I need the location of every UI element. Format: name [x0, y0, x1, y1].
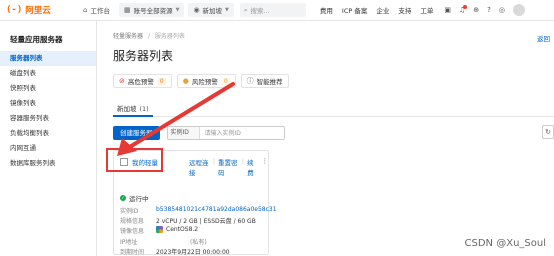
top-link-billing[interactable]: 费用	[320, 5, 333, 15]
breadcrumb-separator: /	[147, 33, 150, 40]
notification-bell-icon[interactable]: ♫	[459, 5, 468, 14]
image-key: 镜像信息	[120, 228, 145, 235]
high-risk-icon: ⊘	[119, 77, 125, 85]
account-resources-dropdown[interactable]: ▦ 账号全部资源 ▼	[118, 3, 185, 17]
region-dropdown[interactable]: ◉ 新加坡 ▼	[188, 3, 234, 17]
home-icon: ⌂	[83, 6, 88, 14]
region-tabs: 新加坡 (1)	[113, 101, 554, 117]
chevron-down-icon: ▼	[175, 7, 180, 13]
image-value-text: CentOS8.2	[166, 226, 199, 233]
language-icon[interactable]: ◎	[499, 6, 505, 14]
spec-row: 规格信息 2 vCPU / 2 GB | ESSD云盘 / 60 GB	[120, 216, 256, 225]
top-navigation-bar: (-) 阿里云 ⌂ 工作台 ▦ 账号全部资源 ▼ ◉ 新加坡 ▼ ⌕ 搜索...…	[0, 0, 554, 21]
check-circle-icon: ✓	[120, 195, 126, 201]
top-link-enterprise[interactable]: 企业	[376, 5, 389, 15]
sidebar-item-disk-list[interactable]: 磁盘列表	[0, 66, 96, 81]
instance-status-text: 运行中	[129, 195, 149, 203]
smart-recommend[interactable]: ⓘ 智能推荐	[240, 74, 289, 88]
avatar[interactable]	[512, 4, 525, 16]
page-title: 服务器列表	[113, 49, 174, 63]
top-icons: ▣ ♫ ⊕ ? ◎	[444, 4, 525, 16]
breadcrumb-current: 服务器列表	[154, 33, 185, 40]
global-search-input[interactable]: ⌕ 搜索...	[239, 3, 306, 17]
tab-singapore-count: (1)	[139, 105, 149, 113]
logo-text: 阿里云	[25, 6, 51, 16]
instance-filter: 实例ID 请输入实例ID	[166, 125, 285, 140]
region-label: 新加坡	[202, 7, 223, 15]
top-links: 费用 ICP 备案 企业 支持 工单	[320, 5, 442, 15]
risk-label: 风险预警	[191, 78, 218, 86]
sidebar-item-container-list[interactable]: 容器服务列表	[0, 111, 96, 126]
help-icon[interactable]: ?	[487, 6, 491, 14]
renew-link[interactable]: 续费	[247, 157, 257, 177]
risk-warning-icon: ●	[182, 77, 189, 85]
more-icon[interactable]: ⋮	[262, 157, 269, 177]
sidebar-item-snapshot-list[interactable]: 快照列表	[0, 81, 96, 96]
sidebar-item-database-list[interactable]: 数据库服务列表	[0, 156, 96, 171]
instance-id-value[interactable]: b5385481021c4781a92da086a0e58c31	[156, 206, 277, 215]
aliyun-logo[interactable]: (-) 阿里云	[6, 4, 78, 16]
instance-id-row: 实例ID b5385481021c4781a92da086a0e58c31	[120, 206, 277, 215]
action-divider: |	[212, 157, 216, 165]
ip-row: IP地址 (私有)	[120, 237, 207, 246]
risk-alert[interactable]: ● 风险预警 0	[176, 74, 236, 88]
smart-recommend-label: 智能推荐	[256, 78, 283, 86]
sidebar-item-server-list[interactable]: 服务器列表	[0, 51, 96, 66]
breadcrumb: 轻量服务器 / 服务器列表	[113, 31, 185, 40]
account-resources-label: 账号全部资源	[133, 7, 173, 15]
tab-singapore[interactable]: 新加坡 (1)	[113, 103, 153, 117]
spec-value: 2 vCPU / 2 GB | ESSD云盘 / 60 GB	[156, 218, 256, 225]
sidebar-title: 轻量应用服务器	[10, 35, 63, 44]
high-risk-count: 0	[157, 77, 166, 85]
top-link-ticket[interactable]: 工单	[420, 5, 433, 15]
instance-id-key: 实例ID	[120, 208, 139, 215]
highlight-box	[106, 148, 163, 172]
main-content: 轻量服务器 / 服务器列表 返回 服务器列表 ⊘ 高危预警 0 ● 风险预警 0…	[97, 21, 554, 256]
sidebar-item-load-balancer-list[interactable]: 负载均衡列表	[0, 126, 96, 141]
sidebar-item-image-list[interactable]: 镜像列表	[0, 96, 96, 111]
search-placeholder: 搜索...	[250, 7, 270, 15]
alert-summary: ⊘ 高危预警 0 ● 风险预警 0 ⓘ 智能推荐	[113, 74, 294, 88]
centos-icon	[156, 226, 163, 233]
refresh-button[interactable]: ↻	[542, 125, 554, 139]
breadcrumb-root[interactable]: 轻量服务器	[113, 33, 143, 40]
info-icon: ⓘ	[246, 77, 254, 85]
image-value: CentOS8.2	[156, 226, 198, 235]
sidebar-item-intranet[interactable]: 内网互通	[0, 141, 96, 156]
back-link[interactable]: 返回	[537, 33, 550, 43]
spec-key: 规格信息	[120, 218, 145, 225]
ip-value: (私有)	[190, 239, 207, 246]
location-icon: ◉	[193, 6, 200, 14]
ip-key: IP地址	[120, 239, 138, 246]
action-divider: |	[241, 157, 245, 165]
workbench-label: 工作台	[90, 7, 110, 15]
expiry-row: 到期时间 2023年9月22日 00:00:00	[120, 247, 230, 256]
toolbar: 创建服务器 实例ID 请输入实例ID ↻	[113, 125, 554, 140]
high-risk-alert[interactable]: ⊘ 高危预警 0	[113, 74, 172, 88]
tab-singapore-label: 新加坡	[117, 105, 137, 113]
create-server-button[interactable]: 创建服务器	[113, 125, 160, 140]
terminal-icon[interactable]: ▣	[444, 6, 451, 14]
workbench-link[interactable]: ⌂ 工作台	[78, 3, 115, 17]
watermark: CSDN @Xu_Soul	[464, 238, 546, 249]
filter-input[interactable]: 请输入实例ID	[200, 128, 284, 137]
instance-actions: 远程连接 | 重置密码 | 续费 ⋮	[189, 157, 268, 177]
filter-field-select[interactable]: 实例ID	[167, 126, 200, 139]
resource-icon: ▦	[123, 6, 131, 14]
expiry-key: 到期时间	[120, 249, 145, 256]
image-row: 镜像信息 CentOS8.2	[120, 226, 198, 235]
chevron-down-icon: ▼	[225, 7, 229, 13]
top-link-icp[interactable]: ICP 备案	[342, 5, 367, 15]
top-link-support[interactable]: 支持	[398, 5, 411, 15]
risk-count: 0	[221, 77, 230, 85]
search-icon: ⌕	[243, 5, 248, 14]
cart-icon[interactable]: ⊕	[473, 6, 479, 14]
sidebar: 轻量应用服务器 服务器列表 磁盘列表 快照列表 镜像列表 容器服务列表 负载均衡…	[0, 21, 97, 256]
remote-connect-link[interactable]: 远程连接	[189, 157, 210, 177]
aliyun-logo-icon: (-)	[6, 5, 23, 15]
reset-password-link[interactable]: 重置密码	[218, 157, 239, 177]
high-risk-label: 高危预警	[127, 78, 154, 86]
expiry-value: 2023年9月22日 00:00:00	[156, 249, 230, 256]
instance-status: ✓ 运行中	[120, 193, 149, 203]
